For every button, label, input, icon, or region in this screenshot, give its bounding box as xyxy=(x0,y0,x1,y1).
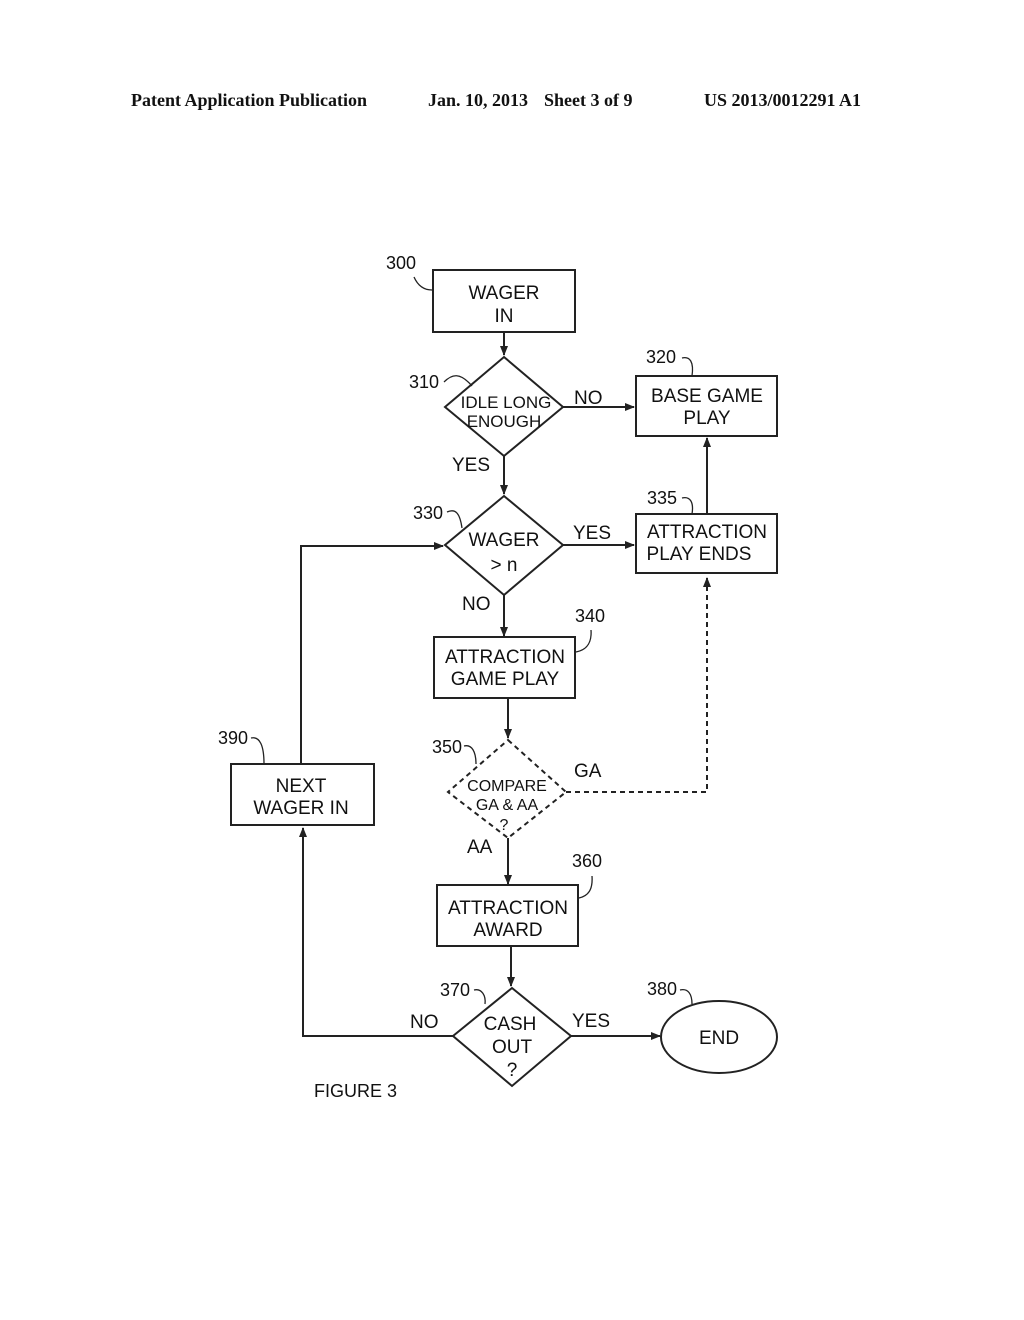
leader-380 xyxy=(679,988,693,1005)
node-370-line3: ? xyxy=(507,1060,518,1081)
node-350-line1: COMPARE xyxy=(467,778,547,795)
leader-300 xyxy=(413,276,433,291)
leader-330 xyxy=(446,510,463,529)
ref-340: 340 xyxy=(575,606,605,626)
leader-370 xyxy=(473,989,486,1005)
node-320-line1: BASE GAME xyxy=(651,386,763,407)
node-360-line1: ATTRACTION xyxy=(448,898,568,919)
node-330-line2: > n xyxy=(491,555,518,576)
leader-390 xyxy=(250,737,265,765)
node-340-line1: ATTRACTION xyxy=(445,647,565,668)
label-370-no: NO xyxy=(410,1012,439,1033)
node-350-line3: ? xyxy=(500,817,509,834)
node-310: IDLE LONG ENOUGH 310 xyxy=(409,355,565,458)
node-320-line2: PLAY xyxy=(683,408,731,429)
ref-380: 380 xyxy=(647,979,677,999)
label-310-yes: YES xyxy=(452,455,490,476)
node-370: CASH OUT ? 370 xyxy=(440,980,573,1088)
node-350-line2: GA & AA xyxy=(476,797,539,814)
ref-370: 370 xyxy=(440,980,470,1000)
label-370-yes: YES xyxy=(572,1011,610,1032)
node-390-line1: NEXT xyxy=(276,776,327,797)
flowchart: WAGER IN 300 IDLE LONG ENOUGH 310 BASE G… xyxy=(218,253,778,1101)
node-360: ATTRACTION AWARD 360 xyxy=(436,851,602,947)
node-320: BASE GAME PLAY 320 xyxy=(635,347,778,437)
ref-350: 350 xyxy=(432,737,462,757)
leader-320 xyxy=(681,356,694,377)
node-335-line1: ATTRACTION xyxy=(647,522,767,543)
ref-300: 300 xyxy=(386,253,416,273)
label-330-no: NO xyxy=(462,594,491,615)
leader-340 xyxy=(575,629,592,653)
node-335-line2: PLAY ENDS xyxy=(647,544,752,565)
ref-360: 360 xyxy=(572,851,602,871)
node-310-line2: ENOUGH xyxy=(467,412,542,431)
ref-335: 335 xyxy=(647,488,677,508)
figure-label: FIGURE 3 xyxy=(314,1081,397,1101)
edge-390-330 xyxy=(300,542,444,764)
node-340: ATTRACTION GAME PLAY 340 xyxy=(433,606,605,699)
node-300-line2: IN xyxy=(495,306,514,327)
node-380: END 380 xyxy=(647,979,778,1074)
label-330-yes: YES xyxy=(573,523,611,544)
edge-370-390 xyxy=(299,827,453,1037)
node-390-line2: WAGER IN xyxy=(253,798,348,819)
leader-310 xyxy=(443,375,473,387)
node-350: COMPARE GA & AA ? 350 xyxy=(432,737,568,840)
node-370-line2: OUT xyxy=(492,1037,533,1058)
ref-390: 390 xyxy=(218,728,248,748)
node-300: WAGER IN 300 xyxy=(386,253,576,333)
leader-360 xyxy=(578,875,593,899)
node-340-line2: GAME PLAY xyxy=(451,669,560,690)
label-350-aa: AA xyxy=(467,837,493,858)
node-370-line1: CASH xyxy=(484,1014,537,1035)
node-300-line1: WAGER xyxy=(468,283,539,304)
node-360-line2: AWARD xyxy=(473,920,542,941)
node-380-line1: END xyxy=(699,1028,739,1049)
leader-350 xyxy=(463,745,477,765)
label-350-ga: GA xyxy=(574,761,602,782)
ref-320: 320 xyxy=(646,347,676,367)
leader-335 xyxy=(681,496,694,515)
ref-310: 310 xyxy=(409,372,439,392)
label-310-no: NO xyxy=(574,388,603,409)
node-390: NEXT WAGER IN 390 xyxy=(218,728,375,826)
node-310-line1: IDLE LONG xyxy=(461,393,552,412)
node-330-line1: WAGER xyxy=(468,530,539,551)
ref-330: 330 xyxy=(413,503,443,523)
